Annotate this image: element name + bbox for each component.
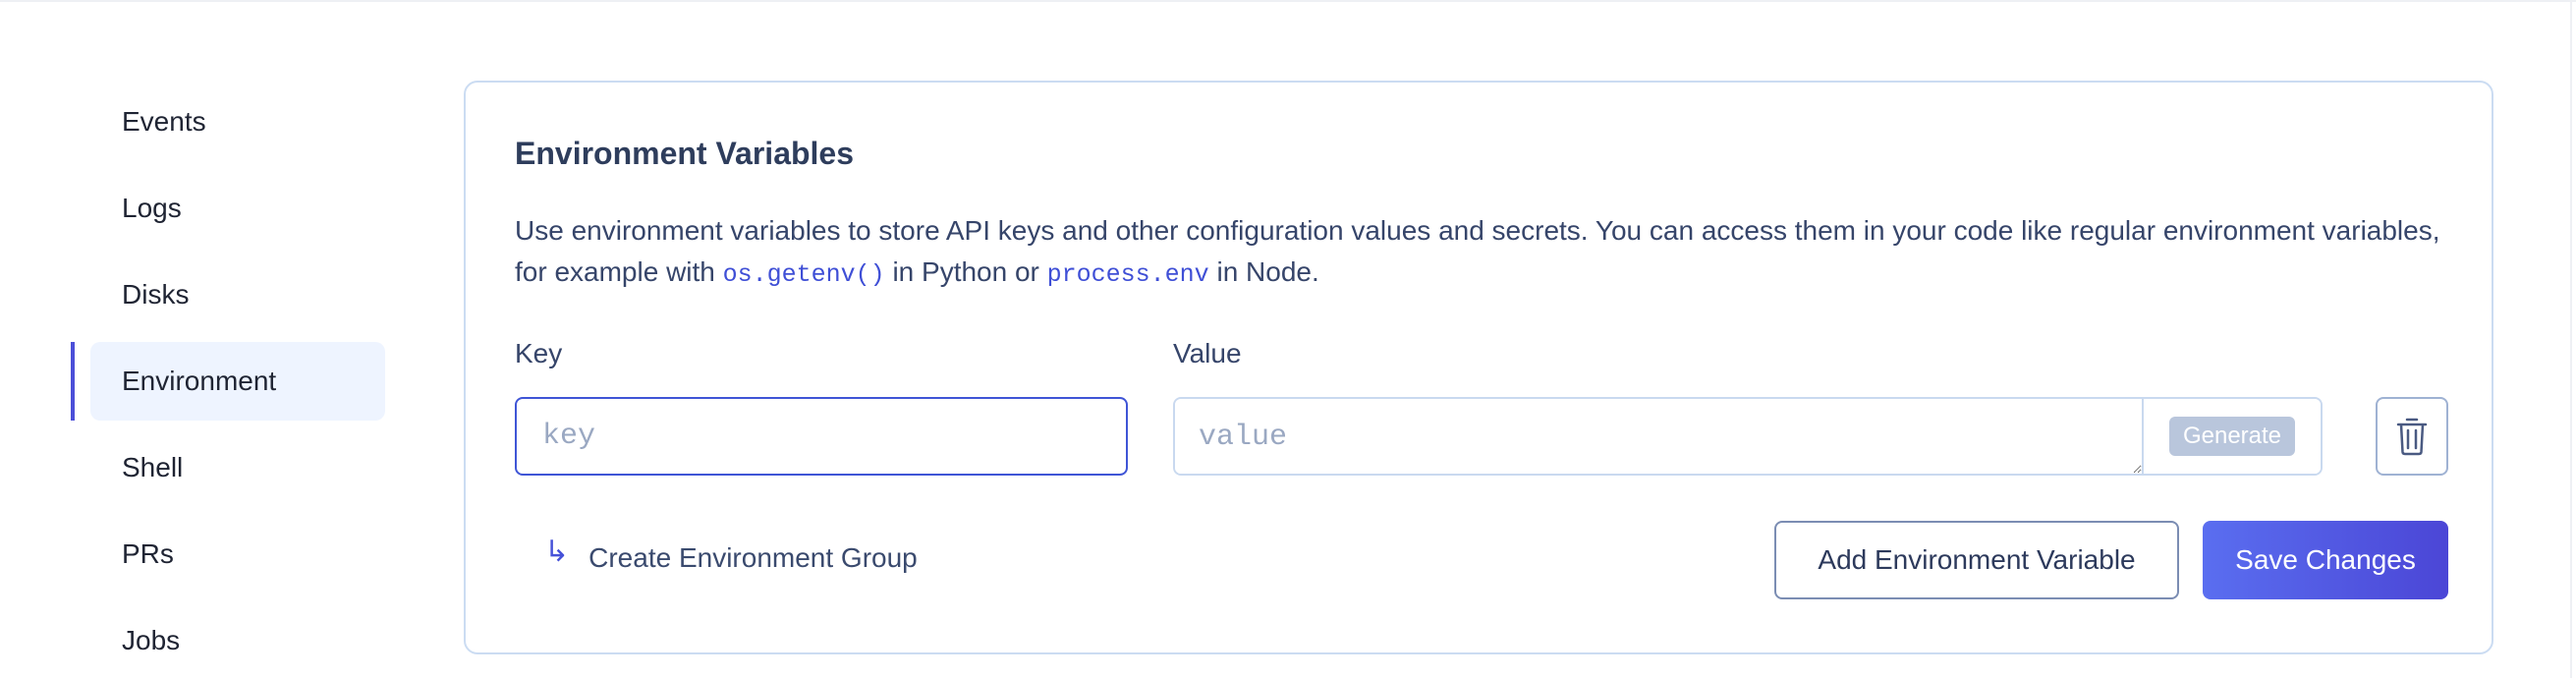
sidebar-nav: Events Logs Disks Environment Shell PRs …	[71, 83, 385, 678]
save-changes-button[interactable]: Save Changes	[2203, 521, 2448, 599]
sidebar-item-jobs[interactable]: Jobs	[71, 601, 385, 678]
create-environment-group-link[interactable]: ↳ Create Environment Group	[544, 536, 918, 575]
sidebar-item-label: PRs	[122, 538, 174, 569]
sidebar-item-shell[interactable]: Shell	[71, 428, 385, 507]
sidebar-item-environment[interactable]: Environment	[71, 342, 385, 421]
value-field-wrapper: Generate	[1173, 397, 2323, 476]
card-title: Environment Variables	[515, 136, 855, 171]
sidebar-item-label: Shell	[122, 452, 184, 482]
card-description: Use environment variables to store API k…	[515, 210, 2440, 296]
trash-icon	[2396, 418, 2428, 456]
sidebar-item-prs[interactable]: PRs	[71, 515, 385, 593]
create-group-label: Create Environment Group	[588, 541, 918, 573]
sidebar-item-label: Jobs	[122, 625, 181, 655]
description-text-3: in Node.	[1208, 256, 1319, 287]
delete-variable-button[interactable]	[2376, 397, 2448, 476]
description-text-2: in Python or	[884, 256, 1047, 287]
sidebar-item-label: Logs	[122, 193, 182, 223]
page-divider	[2570, 2, 2572, 678]
code-os-getenv: os.getenv()	[722, 260, 885, 289]
return-arrow-icon: ↳	[544, 536, 570, 568]
value-input[interactable]	[1175, 399, 2144, 474]
generate-area: Generate	[2144, 399, 2321, 474]
sidebar-item-label: Disks	[122, 279, 190, 310]
key-input[interactable]	[515, 397, 1128, 476]
sidebar-item-disks[interactable]: Disks	[71, 255, 385, 334]
environment-variables-card: Environment Variables Use environment va…	[464, 81, 2493, 654]
generate-button[interactable]: Generate	[2168, 417, 2296, 456]
code-process-env: process.env	[1046, 260, 1209, 289]
sidebar-item-logs[interactable]: Logs	[71, 169, 385, 248]
sidebar-item-label: Environment	[122, 366, 277, 396]
sidebar-item-label: Events	[122, 106, 206, 137]
key-label: Key	[515, 338, 563, 368]
add-environment-variable-button[interactable]: Add Environment Variable	[1774, 521, 2179, 599]
sidebar-item-events[interactable]: Events	[71, 83, 385, 161]
value-label: Value	[1173, 338, 1242, 368]
page: Events Logs Disks Environment Shell PRs …	[0, 0, 2576, 678]
